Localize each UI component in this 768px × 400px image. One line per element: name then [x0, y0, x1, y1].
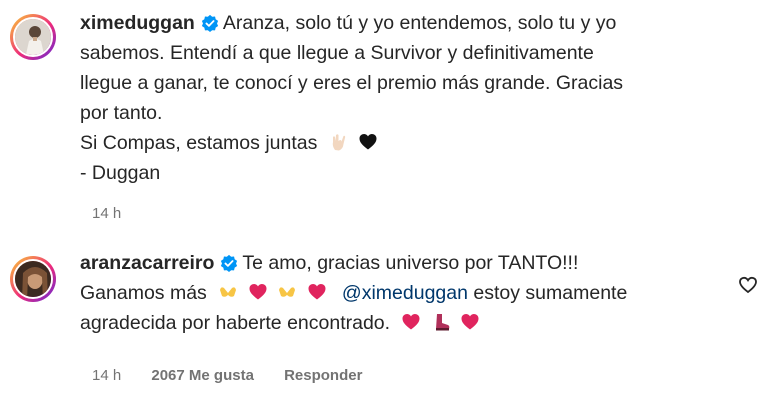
comment-body: aranzacarreiro Te amo, gracias universo p…	[80, 248, 720, 338]
verified-badge-icon	[201, 14, 218, 32]
red-heart-emoji	[402, 314, 420, 330]
comment-line: Si Compas, estamos juntas	[80, 128, 720, 158]
mention-link[interactable]: @ximeduggan	[342, 282, 468, 304]
username[interactable]: aranzacarreiro	[80, 252, 214, 274]
comment-line: sabemos. Entendí a que llegue a Survivor…	[80, 42, 594, 64]
username[interactable]: ximeduggan	[80, 12, 195, 34]
red-heart-emoji	[461, 314, 479, 330]
comment-text: Ganamos más	[80, 282, 207, 304]
comment-line: aranzacarreiro Te amo, gracias universo p…	[80, 248, 720, 278]
comment-text: agradecida por haberte encontrado.	[80, 312, 391, 334]
like-count[interactable]: 2067 Me gusta	[151, 367, 254, 384]
heart-hands-emoji	[220, 287, 237, 297]
verified-badge-icon	[221, 254, 238, 272]
heart-hands-emoji	[279, 287, 296, 297]
reply-button[interactable]: Responder	[284, 367, 362, 384]
comment-line: llegue a ganar, te conocí y eres el prem…	[80, 72, 624, 94]
red-heart-emoji	[308, 284, 325, 300]
comment-line: Ganamos más @ximeduggan estoy sumamente	[80, 278, 720, 308]
avatar-photo	[13, 17, 53, 57]
heart-outline-icon[interactable]	[738, 275, 758, 295]
comment-meta: 14 h 2067 Me gusta Responder	[92, 367, 388, 384]
avatar[interactable]	[10, 14, 56, 60]
avatar-photo	[13, 259, 53, 299]
comment-line: agradecida por haberte encontrado.	[80, 308, 720, 338]
boot-emoji	[435, 314, 450, 331]
comment-text: estoy sumamente	[473, 282, 628, 304]
comment-text: Aranza, solo tú y yo entendemos, solo tu…	[222, 12, 617, 34]
comment-line: ximeduggan Aranza, solo tú y yo entendemo…	[80, 8, 720, 38]
avatar[interactable]	[10, 256, 56, 302]
black-heart-emoji	[359, 134, 377, 150]
comment-meta: 14 h	[92, 205, 147, 222]
comment-body: ximeduggan Aranza, solo tú y yo entendemo…	[80, 8, 720, 188]
timestamp: 14 h	[92, 205, 122, 222]
comment-text: Si Compas, estamos juntas	[80, 132, 318, 154]
timestamp: 14 h	[92, 367, 122, 384]
hand-sign-emoji	[332, 134, 345, 151]
red-heart-emoji	[249, 284, 267, 300]
comment-line: - Duggan	[80, 162, 161, 184]
comment-line: por tanto.	[80, 102, 163, 124]
comment-text: Te amo, gracias universo por TANTO!!!	[242, 252, 579, 274]
